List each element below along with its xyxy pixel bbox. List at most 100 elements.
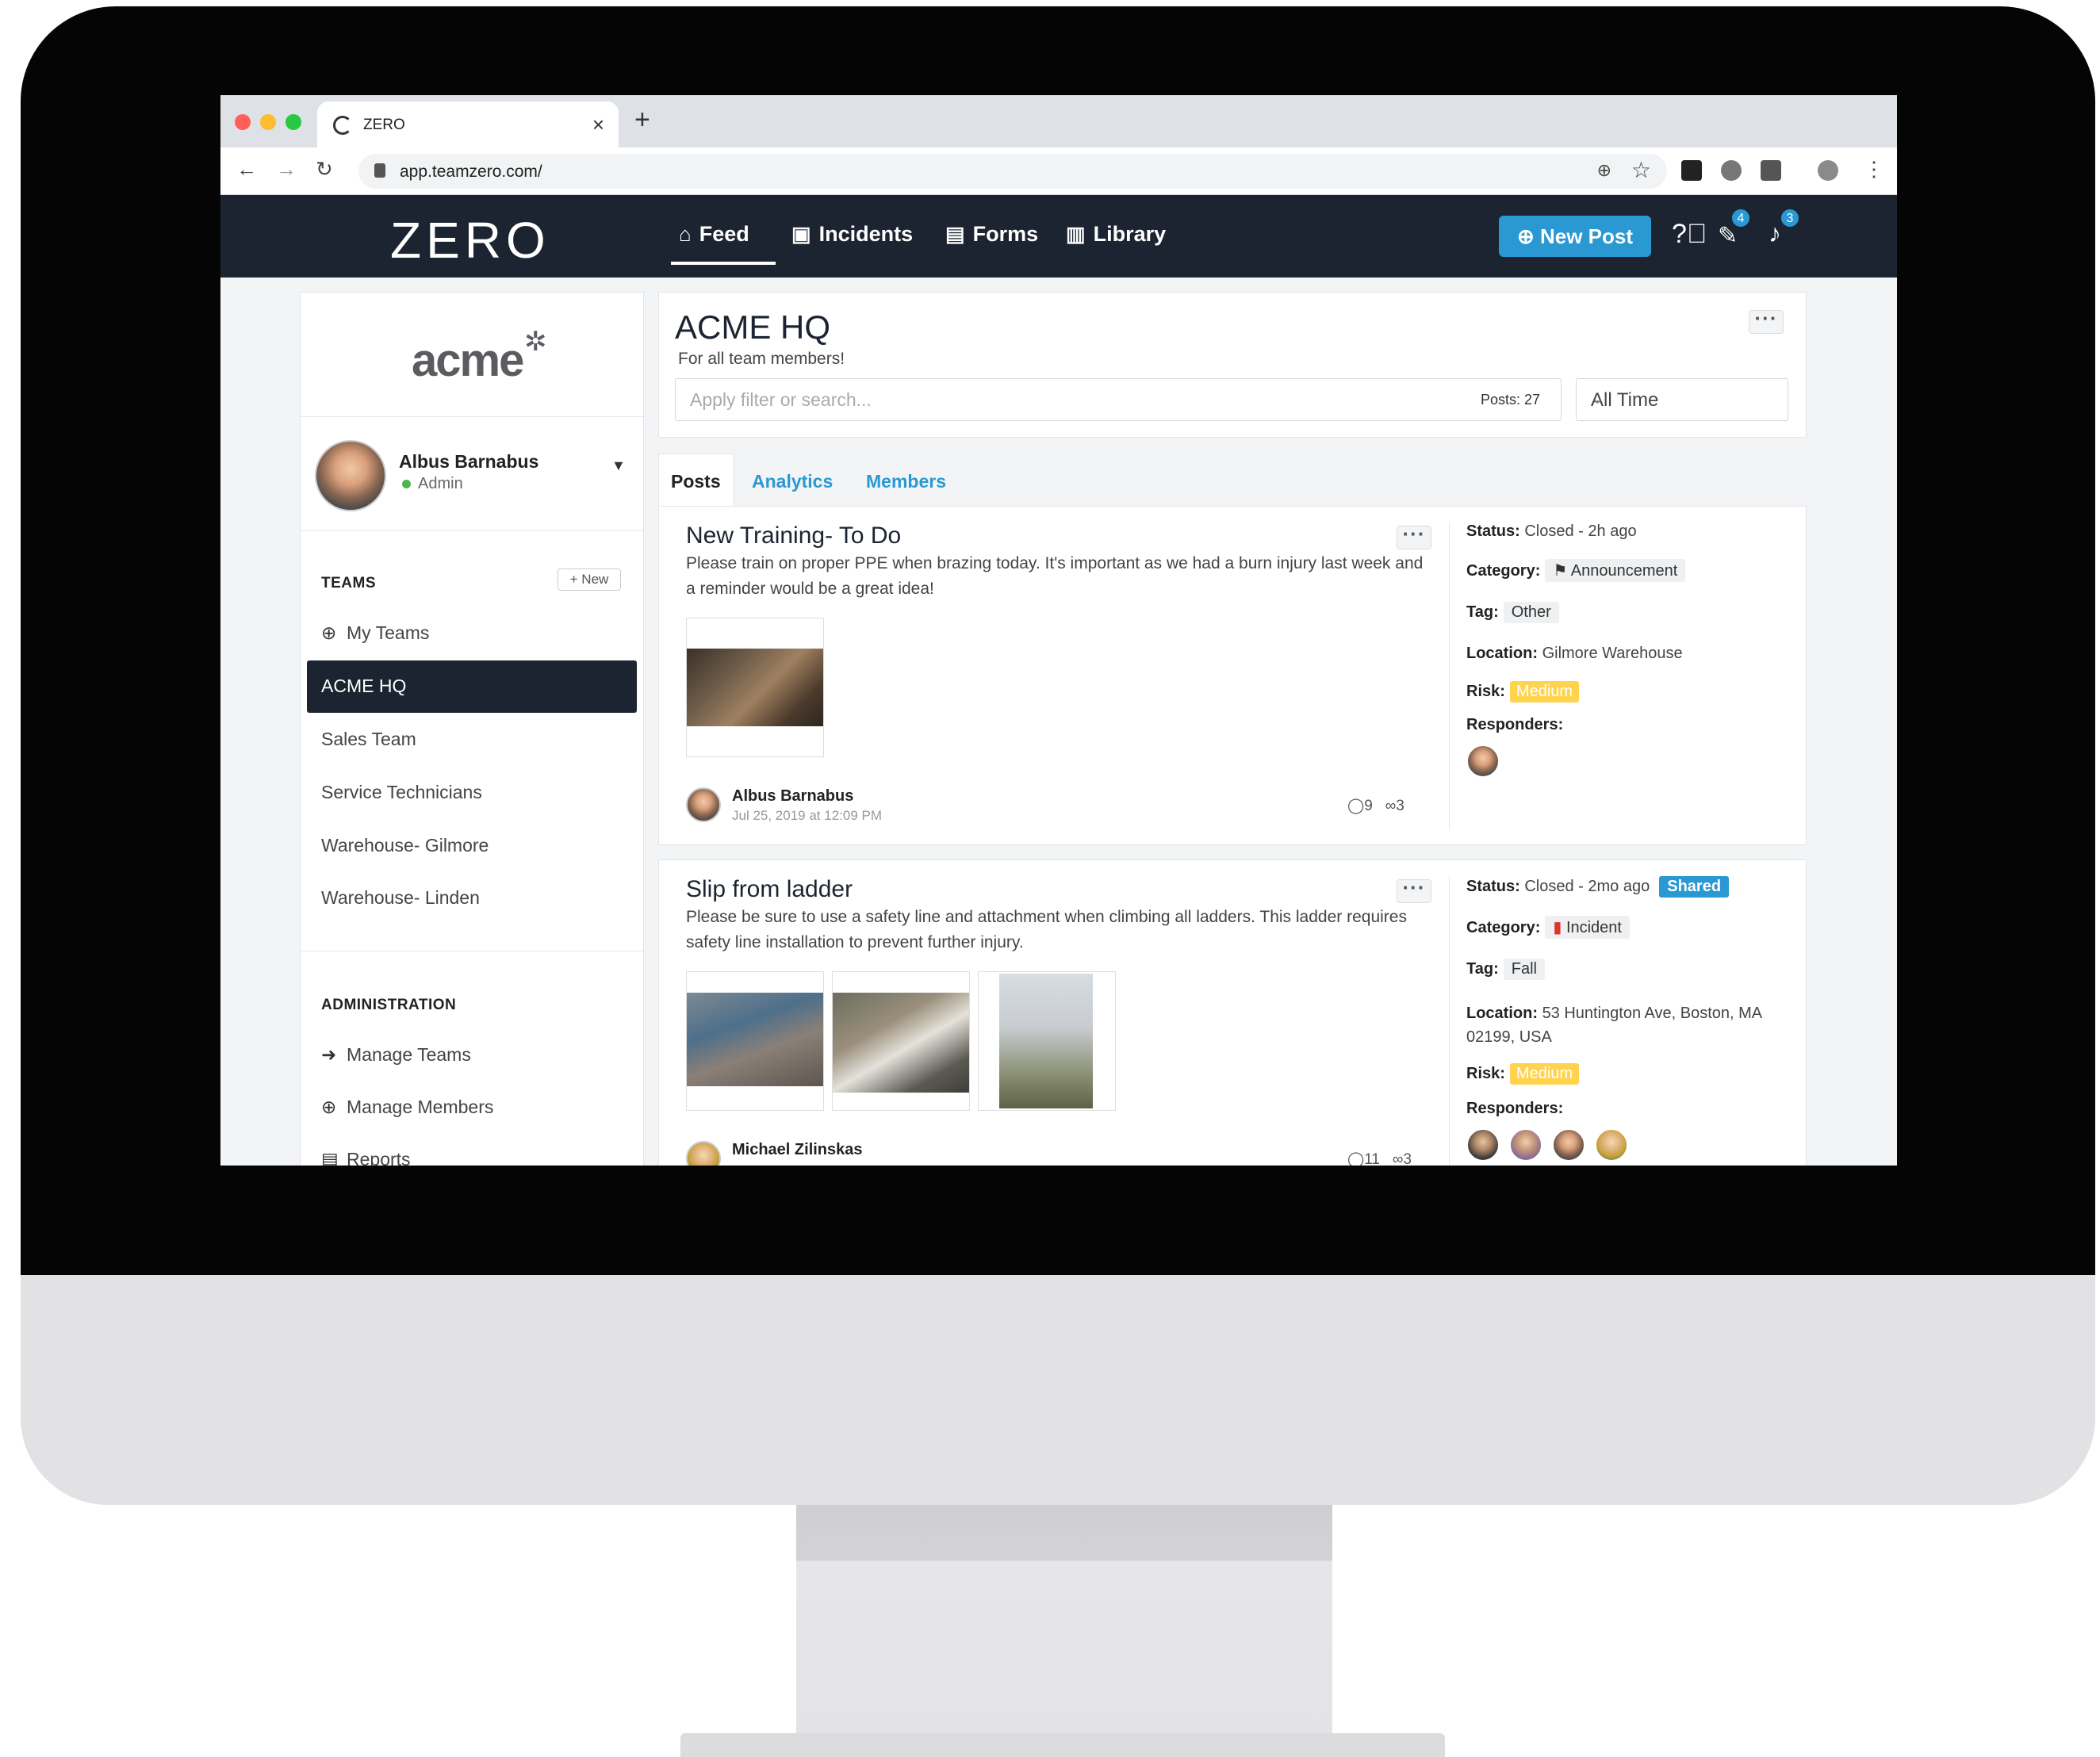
sidebar-item-manage-teams[interactable]: ➜ Manage Teams — [321, 1044, 471, 1066]
org-logo: acme — [412, 335, 524, 386]
divider — [1449, 876, 1450, 1166]
zero-favicon-icon — [333, 116, 352, 135]
sidebar-item-sales-team[interactable]: Sales Team — [321, 729, 416, 750]
home-icon: ⌂ — [679, 222, 692, 246]
search-field[interactable]: Posts: 27 — [675, 378, 1562, 421]
sidebar: acme ✲ Albus Barnabus Admin ▼ TEAMS + Ne… — [300, 292, 644, 1166]
bucket-truck-photo — [833, 993, 969, 1093]
responder-avatar[interactable] — [1466, 745, 1500, 778]
forward-icon[interactable]: → — [276, 157, 297, 182]
responder-avatar[interactable] — [1552, 1128, 1585, 1162]
search-input[interactable] — [690, 387, 1404, 412]
sidebar-item-warehouse-gilmore[interactable]: Warehouse- Gilmore — [321, 835, 489, 856]
active-nav-indicator — [671, 262, 776, 265]
zero-logo[interactable]: ZERO — [390, 211, 550, 270]
administration-section-title: ADMINISTRATION — [321, 997, 457, 1013]
url-text: app.teamzero.com/ — [400, 163, 542, 181]
url-bar[interactable]: app.teamzero.com/ ⊕ ☆ — [358, 154, 1667, 189]
plus-circle-icon: ⊕ — [321, 1097, 337, 1117]
help-icon[interactable]: ?⃝ — [1672, 219, 1707, 250]
extension-icon[interactable] — [1681, 160, 1702, 181]
zoom-icon[interactable]: ⊕ — [1597, 160, 1611, 181]
window-close-button[interactable] — [235, 114, 251, 130]
monitor-stand-base — [680, 1733, 1445, 1757]
time-filter-select[interactable]: All Time ⌄ — [1576, 378, 1788, 421]
sidebar-item-my-teams[interactable]: ⊕ My Teams — [321, 622, 429, 644]
globe-icon: ⊕ — [321, 622, 337, 643]
shared-badge: Shared — [1659, 876, 1730, 898]
nav-forms[interactable]: ▤ Forms — [945, 222, 1038, 247]
new-team-button[interactable]: + New — [558, 568, 621, 591]
divider — [1449, 523, 1450, 830]
post-tag: Tag: Other — [1466, 602, 1559, 623]
post-body: Please train on proper PPE when brazing … — [686, 554, 1424, 598]
post-image-thumbnail[interactable] — [832, 971, 970, 1111]
sidebar-item-reports[interactable]: ▤ Reports — [321, 1149, 411, 1166]
sidebar-item-acme-hq[interactable]: ACME HQ — [307, 660, 637, 713]
sidebar-item-warehouse-linden[interactable]: Warehouse- Linden — [321, 887, 480, 909]
post-options-button[interactable]: ··· — [1397, 523, 1431, 549]
profile-avatar-icon[interactable] — [1818, 160, 1838, 181]
brazing-photo — [687, 649, 823, 726]
post-title[interactable]: New Training- To Do — [686, 523, 901, 549]
user-avatar[interactable] — [315, 440, 386, 511]
post-stats: ◯11 ∞3 — [1347, 1150, 1412, 1166]
app-header: ZERO ⌂ Feed ▣ Incidents ▤ Forms ▥ Library ⊕ … — [220, 195, 1897, 278]
browser-tab[interactable]: ZERO × — [317, 101, 619, 147]
post-author[interactable]: Albus Barnabus — [732, 787, 853, 806]
post-image-thumbnail[interactable] — [686, 618, 824, 757]
tab-close-icon[interactable]: × — [592, 113, 604, 137]
post-author[interactable]: Michael Zilinskas — [732, 1141, 863, 1159]
notification-badge: 3 — [1780, 208, 1800, 228]
clipboard-icon: ▣ — [791, 222, 811, 246]
user-name[interactable]: Albus Barnabus — [399, 451, 538, 473]
teams-section-title: TEAMS — [321, 575, 376, 591]
utility-pole-photo — [999, 974, 1093, 1108]
author-avatar[interactable] — [686, 1141, 721, 1166]
post-title[interactable]: Slip from ladder — [686, 876, 853, 903]
online-status-dot — [402, 480, 411, 488]
notification-badge: 4 — [1730, 208, 1751, 228]
file-icon: ▤ — [321, 1149, 339, 1166]
reload-icon[interactable]: ↻ — [316, 157, 333, 182]
nav-feed[interactable]: ⌂ Feed — [679, 222, 749, 247]
tab-analytics[interactable]: Analytics — [752, 471, 833, 492]
extension-icon[interactable] — [1721, 160, 1742, 181]
tab-title: ZERO — [363, 117, 405, 133]
sign-in-icon: ➜ — [321, 1044, 337, 1065]
nav-incidents[interactable]: ▣ Incidents — [791, 222, 913, 247]
author-avatar[interactable] — [686, 787, 721, 822]
post-category: Category: ⚑ Announcement — [1466, 559, 1686, 582]
post-image-thumbnail[interactable] — [686, 971, 824, 1111]
incident-icon: ▮ — [1553, 919, 1562, 936]
post-risk: Risk: Medium — [1466, 681, 1580, 702]
sidebar-item-service-technicians[interactable]: Service Technicians — [321, 782, 482, 803]
extension-icon[interactable] — [1761, 160, 1781, 181]
tab-members[interactable]: Members — [866, 471, 946, 492]
bell-icon[interactable]: ♪ — [1769, 219, 1781, 248]
nav-library[interactable]: ▥ Library — [1066, 222, 1166, 247]
tab-posts[interactable]: Posts — [671, 471, 721, 492]
new-tab-button[interactable]: + — [634, 105, 650, 136]
responder-avatar[interactable] — [1595, 1128, 1628, 1162]
caret-down-icon[interactable]: ▼ — [611, 457, 626, 474]
comment-icon: ◯ — [1347, 798, 1365, 814]
post-category: Category: ▮ Incident — [1466, 916, 1630, 939]
browser-menu-icon[interactable]: ⋮ — [1864, 157, 1884, 182]
post-location: Location: Gilmore Warehouse — [1466, 645, 1683, 662]
post-image-thumbnail[interactable] — [978, 971, 1116, 1111]
form-icon: ▤ — [945, 222, 965, 246]
glasses-icon: ∞ — [1392, 1151, 1404, 1166]
team-options-button[interactable]: ··· — [1749, 308, 1784, 334]
bookmark-star-icon[interactable]: ☆ — [1631, 157, 1651, 183]
post-options-button[interactable]: ··· — [1397, 877, 1431, 903]
responder-avatar[interactable] — [1509, 1128, 1542, 1162]
responder-avatar[interactable] — [1466, 1128, 1500, 1162]
post-stats: ◯9 ∞3 — [1347, 798, 1404, 814]
new-post-button[interactable]: ⊕ New Post — [1499, 216, 1651, 257]
sidebar-item-manage-members[interactable]: ⊕ Manage Members — [321, 1097, 493, 1118]
back-icon[interactable]: ← — [236, 157, 257, 182]
glasses-icon: ∞ — [1385, 798, 1397, 814]
window-minimize-button[interactable] — [260, 114, 276, 130]
window-maximize-button[interactable] — [285, 114, 301, 130]
